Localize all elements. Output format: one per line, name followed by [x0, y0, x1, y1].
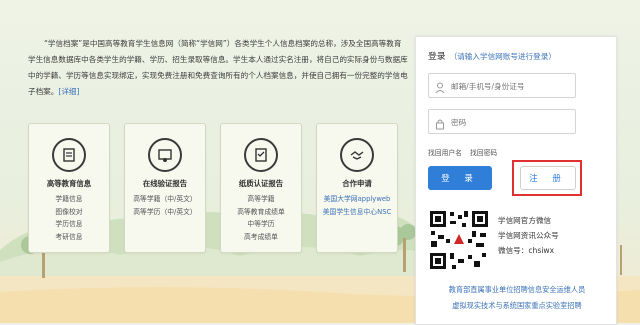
- login-hint: （请输入学信网账号进行登录）: [449, 52, 556, 61]
- card-item-gaokao-score[interactable]: 高考成绩单: [221, 231, 301, 244]
- wechat-qr-code: [428, 209, 490, 275]
- user-icon: [435, 79, 445, 98]
- username-input[interactable]: [449, 77, 571, 95]
- card-cooperation[interactable]: 合作申请 美国大学网applyweb 美国学生信息中心NSC: [316, 123, 398, 253]
- intro-paragraph: “学信档案”是中国高等教育学生信息网（简称“学信网”）各类学生个人信息档案的总称…: [28, 36, 408, 100]
- certificate-icon: [148, 138, 182, 172]
- lock-icon: [435, 115, 445, 134]
- card-title: 高等教育信息: [46, 179, 92, 188]
- username-field[interactable]: [428, 73, 576, 98]
- footer-link-recruit-vr-lab[interactable]: 虚拟现实技术与系统国家重点实验室招聘: [422, 301, 612, 311]
- card-item-degree-info[interactable]: 学历信息: [29, 218, 109, 231]
- wechat-line-id: 微信号：chsiwx: [498, 246, 555, 255]
- login-header: 登录 （请输入学信网账号进行登录）: [428, 49, 556, 62]
- card-title: 在线验证报告: [142, 179, 188, 188]
- more-link[interactable]: [详细]: [58, 87, 79, 96]
- footer-link-recruit-security[interactable]: 教育部直属事业单位招聘信息安全运维人员: [422, 285, 612, 295]
- wechat-line-news: 学信网资讯公众号: [498, 231, 559, 240]
- card-item-nsc[interactable]: 美国学生信息中心NSC: [317, 206, 397, 219]
- card-title: 合作申请: [342, 179, 372, 188]
- password-field[interactable]: [428, 109, 576, 134]
- wechat-info: 学信网官方微信 学信网资讯公众号 微信号：chsiwx: [498, 213, 559, 258]
- card-item-applyweb[interactable]: 美国大学网applyweb: [317, 193, 397, 206]
- card-item-secondary-degree[interactable]: 中等学历: [221, 218, 301, 231]
- document-icon: [52, 138, 86, 172]
- intro-text: “学信档案”是中国高等教育学生信息网（简称“学信网”）各类学生个人信息档案的总称…: [28, 39, 408, 96]
- card-online-verification[interactable]: 在线验证报告 高等学籍（中/英文） 高等学历（中/英文）: [124, 123, 206, 253]
- card-item-status-report[interactable]: 高等学籍（中/英文）: [125, 193, 205, 206]
- login-title: 登录: [428, 52, 446, 62]
- card-item-status[interactable]: 高等学籍: [221, 193, 301, 206]
- card-title: 纸质认证报告: [238, 179, 284, 188]
- card-item-transcript[interactable]: 高等教育成绩单: [221, 206, 301, 219]
- handshake-icon: [340, 138, 374, 172]
- card-item-image-check[interactable]: 图像校对: [29, 206, 109, 219]
- recovery-links: 找回用户名 找回密码: [428, 147, 505, 157]
- find-password-link[interactable]: 找回密码: [470, 149, 497, 157]
- card-item-postgrad-info[interactable]: 考研信息: [29, 231, 109, 244]
- register-button[interactable]: 注 册: [520, 166, 576, 190]
- card-item-degree-report[interactable]: 高等学历（中/英文）: [125, 206, 205, 219]
- paper-report-icon: [244, 138, 278, 172]
- card-higher-education-info[interactable]: 高等教育信息 学籍信息 图像校对 学历信息 考研信息: [28, 123, 110, 253]
- card-paper-report[interactable]: 纸质认证报告 高等学籍 高等教育成绩单 中等学历 高考成绩单: [220, 123, 302, 253]
- login-button[interactable]: 登 录: [428, 166, 492, 190]
- password-input[interactable]: [449, 113, 571, 131]
- find-username-link[interactable]: 找回用户名: [428, 149, 462, 157]
- card-item-student-status[interactable]: 学籍信息: [29, 193, 109, 206]
- qr-code-icon: [428, 209, 490, 271]
- wechat-line-official: 学信网官方微信: [498, 216, 552, 225]
- login-panel: 登录（请输入学信网账号进行登录） 找回用户名找回密码 登 录 注 册: [415, 36, 617, 325]
